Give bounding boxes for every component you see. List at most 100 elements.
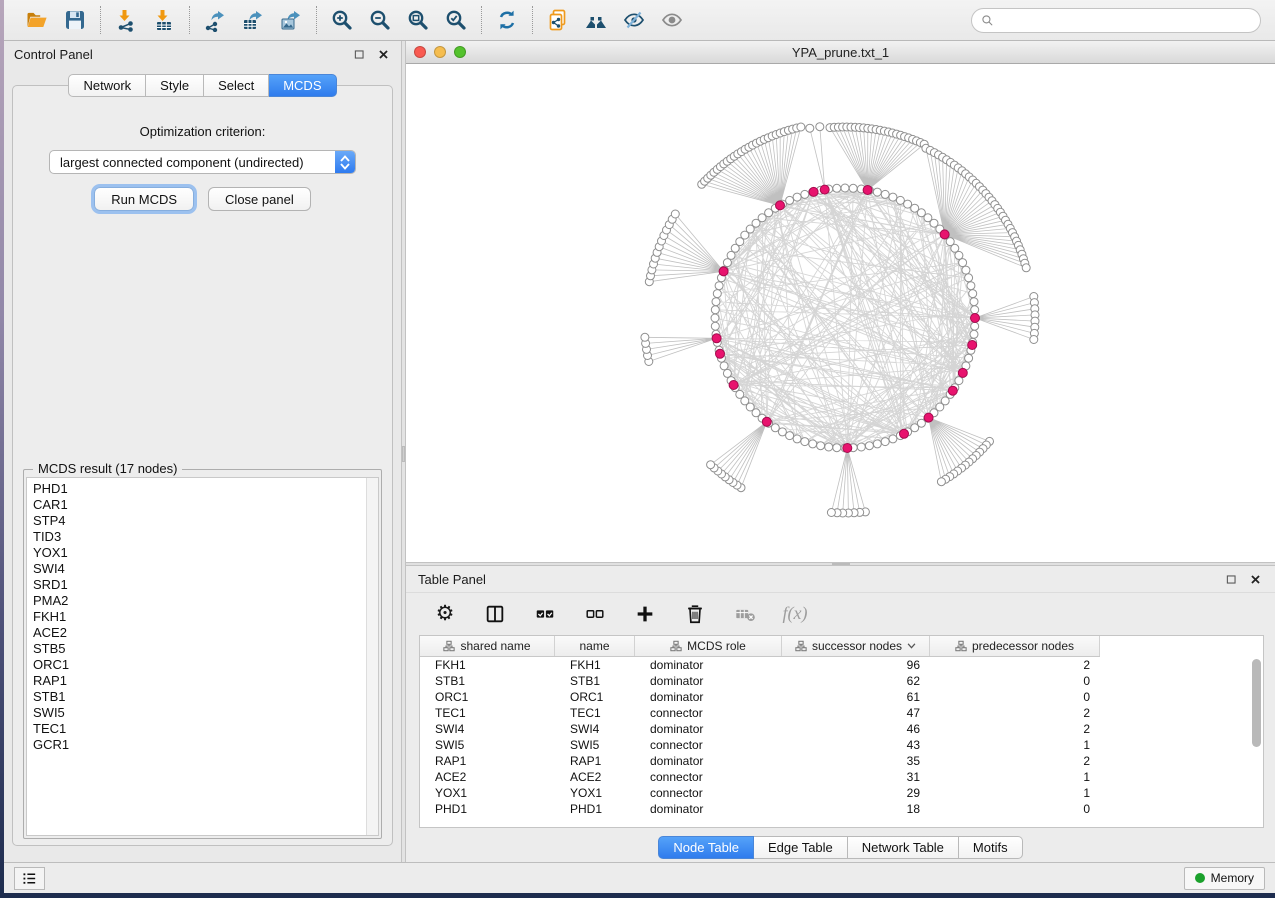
network-node[interactable] (881, 438, 889, 446)
table-row[interactable]: YOX1YOX1connector291 (420, 785, 1263, 801)
network-node[interactable] (841, 184, 849, 192)
network-node[interactable] (793, 435, 801, 443)
tab-select[interactable]: Select (204, 74, 269, 97)
optimization-criterion-select[interactable]: largest connected component (undirected) (49, 150, 356, 174)
tab-network-table[interactable]: Network Table (848, 836, 959, 859)
leaf-node[interactable] (671, 210, 679, 218)
mcds-node-item[interactable]: ACE2 (33, 625, 378, 641)
mcds-hub-node[interactable] (712, 334, 721, 343)
zoom-out-button[interactable] (364, 5, 396, 35)
mcds-node-item[interactable]: FKH1 (33, 609, 378, 625)
refresh-button[interactable] (491, 5, 523, 35)
tab-style[interactable]: Style (146, 74, 204, 97)
export-network-button[interactable] (199, 5, 231, 35)
close-panel-icon[interactable] (1248, 572, 1263, 587)
mcds-node-item[interactable]: STB5 (33, 641, 378, 657)
hide-details-button[interactable] (618, 5, 650, 35)
tab-node-table[interactable]: Node Table (658, 836, 754, 859)
network-node[interactable] (857, 443, 865, 451)
network-node[interactable] (969, 290, 977, 298)
mcds-node-item[interactable]: TEC1 (33, 721, 378, 737)
export-table-button[interactable] (237, 5, 269, 35)
mcds-node-item[interactable]: STB1 (33, 689, 378, 705)
import-table-button[interactable] (148, 5, 180, 35)
table-scrollbar-thumb[interactable] (1252, 659, 1261, 747)
mcds-node-item[interactable]: SRD1 (33, 577, 378, 593)
mcds-hub-node[interactable] (729, 381, 738, 390)
table-row[interactable]: SWI4SWI4dominator462 (420, 721, 1263, 737)
close-panel-icon[interactable] (376, 47, 391, 62)
network-node[interactable] (809, 440, 817, 448)
network-node[interactable] (801, 438, 809, 446)
mcds-node-item[interactable]: GCR1 (33, 737, 378, 753)
mcds-node-item[interactable]: SWI5 (33, 705, 378, 721)
network-node[interactable] (793, 193, 801, 201)
float-panel-icon[interactable] (1224, 572, 1239, 587)
network-node[interactable] (970, 330, 978, 338)
delete-row-button[interactable] (680, 599, 710, 629)
float-panel-icon[interactable] (352, 47, 367, 62)
add-row-button[interactable] (630, 599, 660, 629)
network-node[interactable] (801, 190, 809, 198)
network-node[interactable] (720, 362, 728, 370)
mcds-list-scrollbar[interactable] (366, 478, 378, 835)
column-header-MCDS-role[interactable]: MCDS role (635, 636, 782, 656)
window-maximize-icon[interactable] (454, 46, 466, 58)
network-node[interactable] (889, 193, 897, 201)
columns-button[interactable] (480, 599, 510, 629)
mcds-node-item[interactable]: YOX1 (33, 545, 378, 561)
network-node[interactable] (711, 314, 719, 322)
leaf-node[interactable] (641, 333, 649, 341)
tab-edge-table[interactable]: Edge Table (754, 836, 848, 859)
column-header-shared-name[interactable]: shared name (420, 636, 555, 656)
window-minimize-icon[interactable] (434, 46, 446, 58)
mcds-hub-node[interactable] (940, 230, 949, 239)
splitter-grip[interactable] (832, 563, 850, 565)
mcds-hub-node[interactable] (863, 186, 872, 195)
task-history-button[interactable] (14, 867, 45, 890)
network-node[interactable] (715, 282, 723, 290)
network-node[interactable] (817, 442, 825, 450)
network-node[interactable] (873, 188, 881, 196)
mcds-hub-node[interactable] (958, 368, 967, 377)
mcds-hub-node[interactable] (900, 429, 909, 438)
run-mcds-button[interactable]: Run MCDS (94, 187, 194, 211)
network-node[interactable] (971, 322, 979, 330)
network-node[interactable] (962, 266, 970, 274)
settings-button[interactable]: ⚙ (430, 599, 460, 629)
table-row[interactable]: FKH1FKH1dominator962 (420, 657, 1263, 673)
network-canvas[interactable] (406, 64, 1275, 562)
network-node[interactable] (712, 298, 720, 306)
network-node[interactable] (965, 274, 973, 282)
import-network-button[interactable] (110, 5, 142, 35)
network-node[interactable] (833, 444, 841, 452)
close-panel-button[interactable]: Close panel (208, 187, 311, 211)
network-node[interactable] (959, 259, 967, 267)
mcds-hub-node[interactable] (762, 417, 771, 426)
zoom-selected-button[interactable] (440, 5, 472, 35)
leaf-node[interactable] (806, 124, 814, 132)
column-header-name[interactable]: name (555, 636, 635, 656)
mcds-hub-node[interactable] (716, 349, 725, 358)
leaf-node[interactable] (827, 509, 835, 517)
export-image-button[interactable] (275, 5, 307, 35)
table-row[interactable]: PHD1PHD1dominator180 (420, 801, 1263, 817)
share-document-button[interactable] (542, 5, 574, 35)
leaf-node[interactable] (816, 123, 824, 131)
table-row[interactable]: STB1STB1dominator620 (420, 673, 1263, 689)
show-details-button[interactable] (656, 5, 688, 35)
window-close-icon[interactable] (414, 46, 426, 58)
leaf-node[interactable] (937, 478, 945, 486)
network-node[interactable] (786, 196, 794, 204)
network-node[interactable] (965, 354, 973, 362)
network-node[interactable] (971, 306, 979, 314)
vertical-splitter[interactable] (401, 41, 406, 862)
table-row[interactable]: SWI5SWI5connector431 (420, 737, 1263, 753)
leaf-node[interactable] (707, 461, 715, 469)
mcds-node-item[interactable]: SWI4 (33, 561, 378, 577)
save-button[interactable] (59, 5, 91, 35)
leaf-node[interactable] (1030, 336, 1038, 344)
tab-motifs[interactable]: Motifs (959, 836, 1023, 859)
search-box[interactable] (971, 8, 1261, 33)
mcds-node-item[interactable]: ORC1 (33, 657, 378, 673)
